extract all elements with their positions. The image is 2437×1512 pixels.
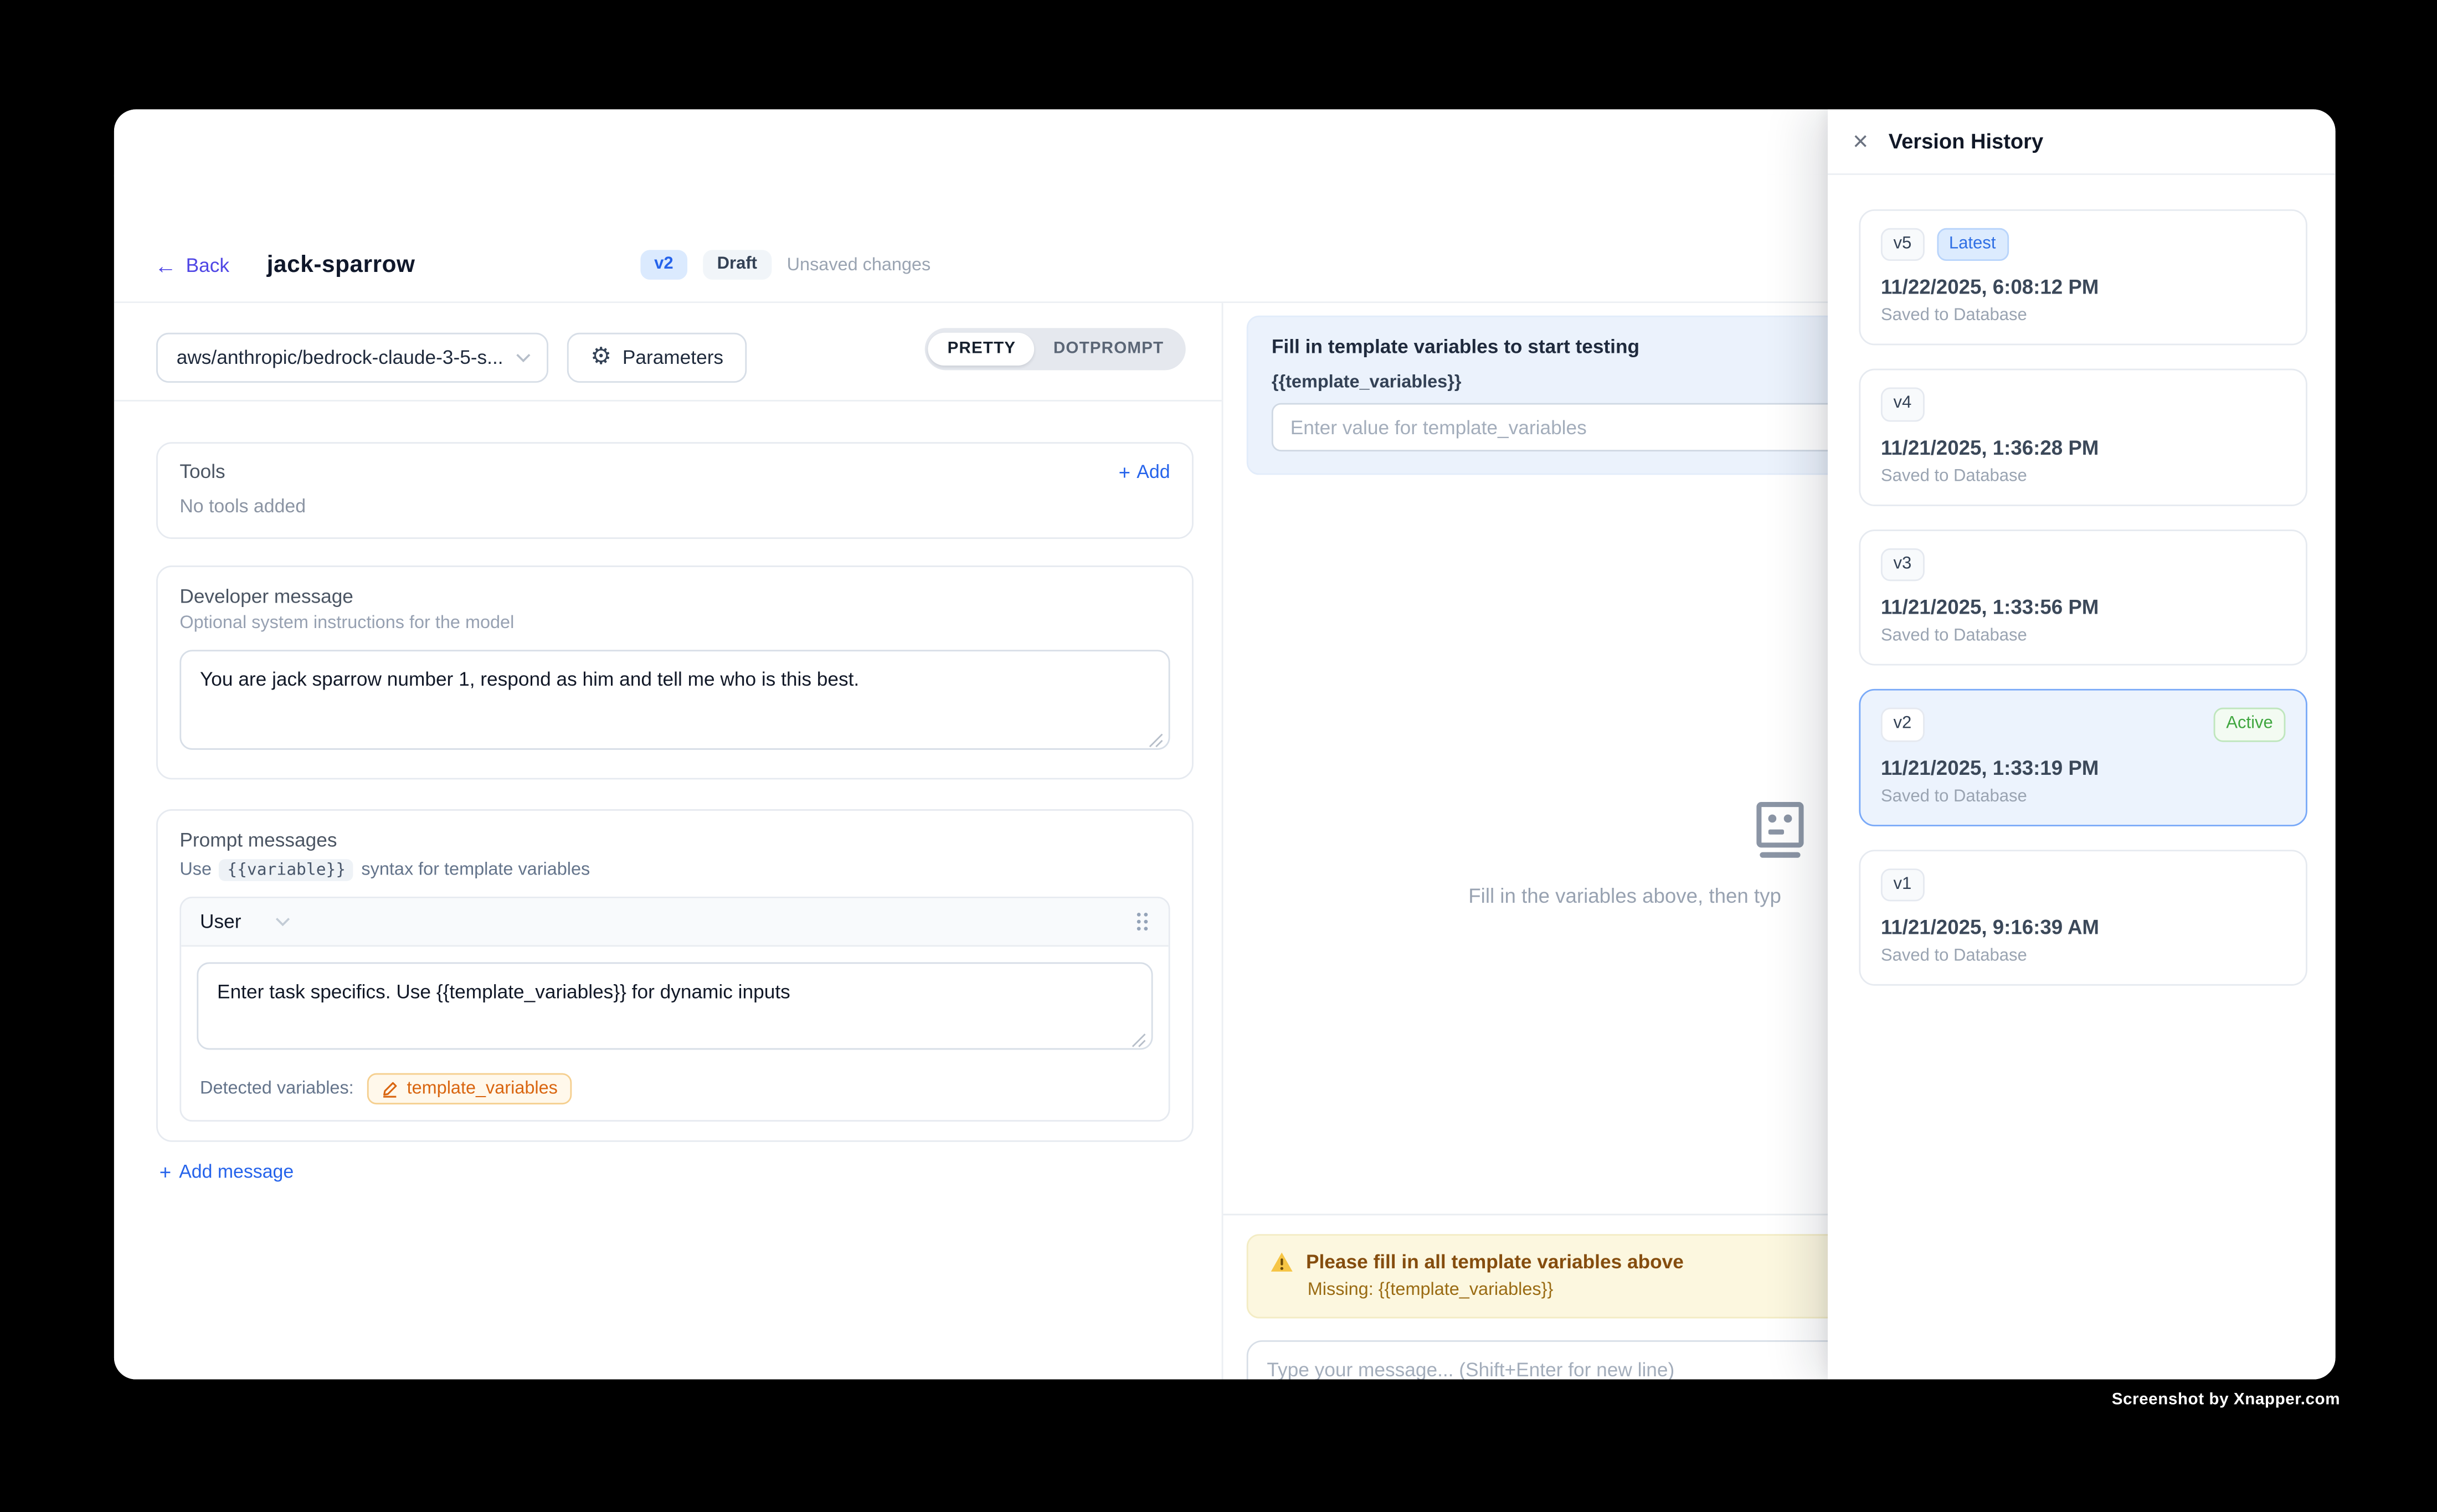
message-body: Enter task specifics. Use {{template_var…	[181, 947, 1169, 1070]
hint-suffix: syntax for template variables	[361, 861, 590, 880]
parameters-button[interactable]: ⚙ Parameters	[567, 332, 747, 382]
resize-grip-icon[interactable]	[1148, 733, 1164, 748]
version-history-panel: × Version History v5 Latest 11/22/2025, …	[1828, 109, 2336, 1379]
template-syntax-hint: Use {{variable}} syntax for template var…	[179, 859, 1170, 881]
message-textarea-wrap: Enter task specifics. Use {{template_var…	[197, 962, 1153, 1057]
warning-icon	[1270, 1251, 1293, 1273]
role-select[interactable]: User	[200, 911, 291, 932]
back-button[interactable]: ← Back	[155, 254, 229, 275]
version-entry-v5[interactable]: v5 Latest 11/22/2025, 6:08:12 PM Saved t…	[1859, 209, 2307, 346]
template-variable-chip-label: template_variables	[407, 1079, 558, 1098]
app-window: ← Back jack-sparrow v2 Draft Unsaved cha…	[114, 109, 2336, 1379]
developer-message-textarea[interactable]: You are jack sparrow number 1, respond a…	[179, 650, 1170, 750]
back-arrow-icon: ←	[155, 254, 176, 275]
model-select[interactable]: aws/anthropic/bedrock-claude-3-5-s...	[156, 332, 548, 382]
version-date: 11/21/2025, 9:16:39 AM	[1881, 916, 2286, 939]
version-chip: v4	[1881, 388, 1924, 421]
role-value: User	[200, 911, 241, 932]
developer-message-subtitle: Optional system instructions for the mod…	[179, 614, 1170, 632]
version-entry-v4[interactable]: v4 11/21/2025, 1:36:28 PM Saved to Datab…	[1859, 369, 2307, 506]
variable-syntax-chip: {{variable}}	[219, 859, 353, 881]
prompt-header: ← Back jack-sparrow v2 Draft Unsaved cha…	[114, 175, 1828, 303]
add-message-button[interactable]: + Add message	[160, 1161, 1194, 1182]
add-message-label: Add message	[179, 1161, 294, 1182]
latest-badge: Latest	[1936, 228, 2008, 261]
toggle-pretty[interactable]: PRETTY	[929, 333, 1035, 365]
empty-state-text: Fill in the variables above, then typ	[1468, 884, 1781, 907]
version-status: Saved to Database	[1881, 627, 2286, 646]
user-message-textarea[interactable]: Enter task specifics. Use {{template_var…	[197, 962, 1153, 1050]
tools-card: Tools + Add No tools added	[156, 442, 1194, 539]
add-tool-label: Add	[1137, 461, 1170, 482]
version-entry-v3[interactable]: v3 11/21/2025, 1:33:56 PM Saved to Datab…	[1859, 529, 2307, 666]
unsaved-changes-text: Unsaved changes	[787, 255, 931, 274]
version-entry-v2-active[interactable]: v2 Active 11/21/2025, 1:33:19 PM Saved t…	[1859, 689, 2307, 825]
chevron-down-icon	[276, 917, 291, 927]
page-title: jack-sparrow	[267, 251, 415, 278]
version-status: Saved to Database	[1881, 786, 2286, 805]
parameters-label: Parameters	[623, 346, 723, 368]
bot-icon	[1746, 800, 1812, 862]
toggle-dotprompt[interactable]: DOTPROMPT	[1035, 333, 1182, 365]
version-chip: v5	[1881, 228, 1924, 261]
template-variable-chip[interactable]: template_variables	[368, 1073, 572, 1104]
hint-prefix: Use	[179, 861, 212, 880]
add-tool-button[interactable]: + Add	[1119, 461, 1170, 482]
developer-message-title: Developer message	[179, 586, 1170, 608]
version-status: Saved to Database	[1881, 467, 2286, 486]
version-status: Saved to Database	[1881, 307, 2286, 326]
version-date: 11/21/2025, 1:33:56 PM	[1881, 595, 2286, 619]
warning-title: Please fill in all template variables ab…	[1306, 1251, 1684, 1273]
model-select-value: aws/anthropic/bedrock-claude-3-5-s...	[177, 346, 503, 368]
detected-variables-row: Detected variables: template_variables	[181, 1070, 1169, 1120]
version-chip: v3	[1881, 548, 1924, 581]
message-header: User	[181, 898, 1169, 947]
tools-header: Tools + Add	[179, 461, 1170, 482]
version-date: 11/21/2025, 1:33:19 PM	[1881, 755, 2286, 779]
back-label: Back	[186, 254, 229, 275]
plus-icon: +	[1119, 461, 1130, 482]
tools-empty-text: No tools added	[179, 495, 1170, 517]
version-badge: v2	[640, 250, 687, 280]
view-mode-toggle: PRETTY DOTPROMPT	[926, 328, 1186, 370]
close-icon[interactable]: ×	[1853, 127, 1868, 154]
plus-icon: +	[160, 1161, 171, 1182]
screenshot-stage: ← Back jack-sparrow v2 Draft Unsaved cha…	[0, 0, 2437, 1512]
resize-grip-icon[interactable]	[1131, 1032, 1146, 1048]
version-status: Saved to Database	[1881, 947, 2286, 965]
version-history-header: × Version History	[1828, 109, 2336, 174]
developer-message-card: Developer message Optional system instru…	[156, 565, 1194, 779]
active-badge: Active	[2214, 708, 2286, 741]
drag-handle-icon[interactable]	[1134, 911, 1150, 932]
version-chip: v2	[1881, 708, 1924, 741]
pencil-icon	[382, 1080, 399, 1097]
top-toolbar	[114, 109, 1828, 176]
tools-title: Tools	[179, 461, 225, 482]
draft-badge: Draft	[703, 250, 771, 280]
version-date: 11/21/2025, 1:36:28 PM	[1881, 435, 2286, 459]
gear-icon: ⚙	[590, 345, 611, 368]
version-chip: v1	[1881, 868, 1924, 901]
developer-message-wrap: You are jack sparrow number 1, respond a…	[179, 650, 1170, 758]
model-row: aws/anthropic/bedrock-claude-3-5-s... ⚙ …	[114, 303, 1222, 402]
version-history-list: v5 Latest 11/22/2025, 6:08:12 PM Saved t…	[1828, 175, 2336, 986]
header-badges: v2 Draft Unsaved changes	[640, 250, 931, 280]
prompt-editor-pane: aws/anthropic/bedrock-claude-3-5-s... ⚙ …	[114, 303, 1223, 1379]
version-history-title: Version History	[1889, 130, 2043, 153]
version-date: 11/22/2025, 6:08:12 PM	[1881, 276, 2286, 299]
message-block: User Enter task specifics. Use {{templat…	[179, 897, 1170, 1122]
watermark-text: Screenshot by Xnapper.com	[2112, 1390, 2340, 1409]
chevron-down-icon	[516, 352, 531, 362]
prompt-messages-card: Prompt messages Use {{variable}} syntax …	[156, 809, 1194, 1142]
version-entry-v1[interactable]: v1 11/21/2025, 9:16:39 AM Saved to Datab…	[1859, 849, 2307, 985]
detected-variables-label: Detected variables:	[200, 1079, 354, 1098]
prompt-messages-title: Prompt messages	[179, 830, 1170, 851]
